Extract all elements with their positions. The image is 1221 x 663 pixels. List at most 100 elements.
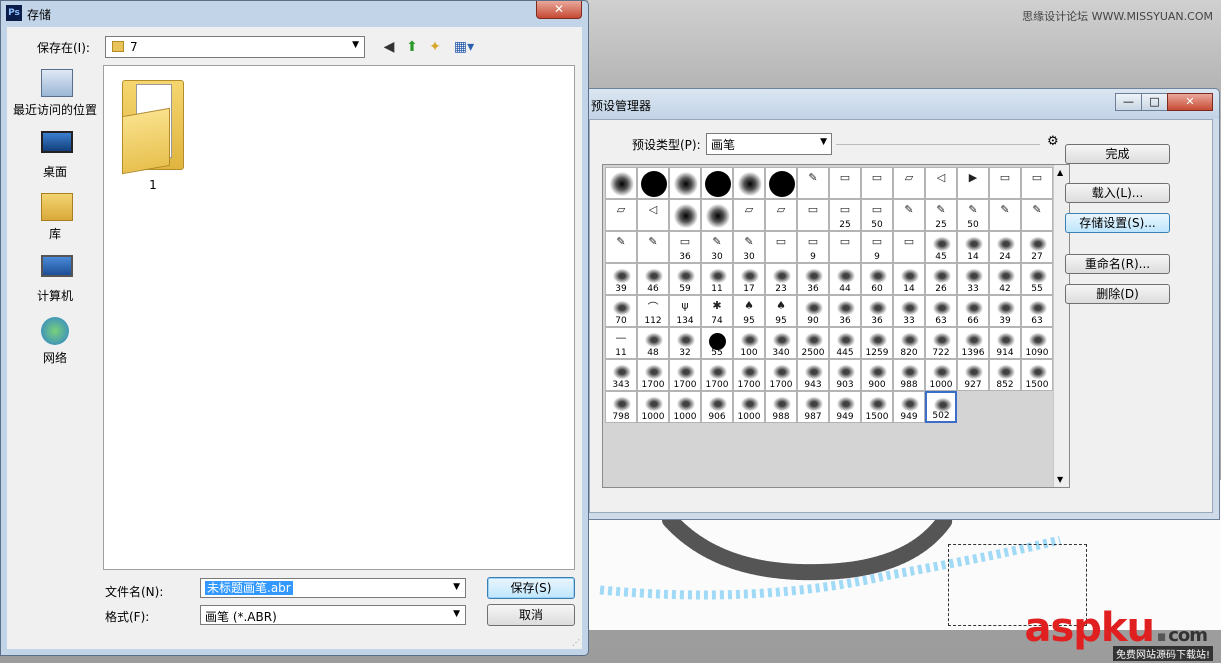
brush-preset[interactable]: ▭ <box>797 199 829 231</box>
brush-preset[interactable]: ▭ 50 <box>861 199 893 231</box>
scroll-up-icon[interactable]: ▲ <box>1057 168 1063 177</box>
brush-preset[interactable]: 903 <box>829 359 861 391</box>
brush-preset[interactable]: 1700 <box>701 359 733 391</box>
save-set-button[interactable]: 存储设置(S)... <box>1065 213 1170 233</box>
minimize-button[interactable]: — <box>1115 93 1142 111</box>
brush-preset[interactable]: 63 <box>925 295 957 327</box>
brush-preset[interactable]: ▭ <box>829 231 861 263</box>
brush-preset[interactable]: ♠ 95 <box>765 295 797 327</box>
folder-item[interactable]: 1 <box>118 72 188 192</box>
brush-preset[interactable]: 1396 <box>957 327 989 359</box>
brush-preset[interactable]: ▭ 9 <box>861 231 893 263</box>
brush-preset[interactable]: ▭ <box>989 167 1021 199</box>
brush-preset[interactable]: 1700 <box>637 359 669 391</box>
brush-preset[interactable]: ✎ <box>797 167 829 199</box>
cancel-button[interactable]: 取消 <box>487 604 575 626</box>
brush-preset[interactable]: 63 <box>1021 295 1053 327</box>
brush-preset[interactable]: ⌒ 112 <box>637 295 669 327</box>
back-icon[interactable]: ◀ <box>380 38 398 56</box>
save-button[interactable]: 保存(S) <box>487 577 575 599</box>
brush-preset[interactable]: ✎ 30 <box>701 231 733 263</box>
brush-preset[interactable]: 45 <box>925 231 957 263</box>
brush-preset[interactable] <box>637 167 669 199</box>
brush-preset[interactable]: 55 <box>701 327 733 359</box>
brush-preset[interactable]: 66 <box>957 295 989 327</box>
place-desktop[interactable]: 桌面 <box>9 127 101 189</box>
brush-preset[interactable]: 722 <box>925 327 957 359</box>
brush-preset[interactable]: 943 <box>797 359 829 391</box>
delete-button[interactable]: 删除(D) <box>1065 284 1170 304</box>
brush-preset[interactable]: 55 <box>1021 263 1053 295</box>
brush-preset[interactable]: 33 <box>957 263 989 295</box>
brush-preset[interactable]: 39 <box>605 263 637 295</box>
brush-preset[interactable]: 1000 <box>637 391 669 423</box>
brush-preset[interactable]: 502 <box>925 391 957 423</box>
brush-preset[interactable]: 27 <box>1021 231 1053 263</box>
load-button[interactable]: 载入(L)... <box>1065 183 1170 203</box>
brush-preset[interactable]: ▱ <box>733 199 765 231</box>
brush-preset[interactable]: ▭ 25 <box>829 199 861 231</box>
brush-preset[interactable] <box>733 167 765 199</box>
close-button[interactable]: ✕ <box>1167 93 1213 111</box>
brush-preset[interactable] <box>701 199 733 231</box>
brush-preset[interactable]: 70 <box>605 295 637 327</box>
brush-preset[interactable] <box>765 167 797 199</box>
brush-preset[interactable]: 46 <box>637 263 669 295</box>
brush-preset[interactable]: 44 <box>829 263 861 295</box>
brush-preset[interactable]: ◁ <box>637 199 669 231</box>
brush-preset[interactable]: 1500 <box>1021 359 1053 391</box>
brush-preset[interactable]: 949 <box>893 391 925 423</box>
brush-preset[interactable]: 949 <box>829 391 861 423</box>
brush-preset[interactable]: ✎ <box>637 231 669 263</box>
brush-preset[interactable]: 39 <box>989 295 1021 327</box>
brush-preset[interactable]: ψ 134 <box>669 295 701 327</box>
brush-preset[interactable] <box>701 167 733 199</box>
brush-preset[interactable]: 60 <box>861 263 893 295</box>
brush-preset[interactable]: — 11 <box>605 327 637 359</box>
brush-preset[interactable]: ✎ 30 <box>733 231 765 263</box>
brush-preset[interactable]: 906 <box>701 391 733 423</box>
preset-type-select[interactable]: 画笔 ▼ <box>706 133 832 155</box>
brush-preset[interactable]: ▶ <box>957 167 989 199</box>
brush-preset[interactable]: 1700 <box>765 359 797 391</box>
brush-preset[interactable]: 927 <box>957 359 989 391</box>
brush-preset[interactable]: ▭ <box>829 167 861 199</box>
brush-preset[interactable] <box>605 167 637 199</box>
format-select[interactable]: 画笔 (*.ABR) ▼ <box>200 605 466 625</box>
brush-preset[interactable]: 24 <box>989 231 1021 263</box>
file-list[interactable]: 1 <box>103 65 575 570</box>
brush-preset[interactable]: 33 <box>893 295 925 327</box>
brush-preset[interactable]: ▭ <box>765 231 797 263</box>
brush-preset[interactable]: 900 <box>861 359 893 391</box>
brush-preset[interactable]: 1000 <box>733 391 765 423</box>
brush-preset[interactable]: ✎ 25 <box>925 199 957 231</box>
brush-preset[interactable]: 1700 <box>733 359 765 391</box>
brush-preset[interactable]: ▱ <box>893 167 925 199</box>
place-network[interactable]: 网络 <box>9 313 101 375</box>
brush-preset[interactable]: ✎ <box>893 199 925 231</box>
done-button[interactable]: 完成 <box>1065 144 1170 164</box>
brush-preset[interactable]: ▭ <box>861 167 893 199</box>
brush-preset[interactable]: ◁ <box>925 167 957 199</box>
brush-preset[interactable]: 340 <box>765 327 797 359</box>
brush-preset[interactable]: ✎ <box>605 231 637 263</box>
brush-preset[interactable]: 36 <box>797 263 829 295</box>
scroll-down-icon[interactable]: ▼ <box>1057 475 1063 484</box>
gear-icon[interactable]: ⚙ <box>1047 134 1059 149</box>
brush-preset[interactable]: 1090 <box>1021 327 1053 359</box>
brush-preset[interactable]: 914 <box>989 327 1021 359</box>
brush-preset[interactable]: 59 <box>669 263 701 295</box>
brush-preset[interactable]: ✱ 74 <box>701 295 733 327</box>
maximize-button[interactable]: □ <box>1141 93 1168 111</box>
brush-preset[interactable]: 14 <box>957 231 989 263</box>
brush-preset[interactable]: 90 <box>797 295 829 327</box>
brush-preset[interactable]: ✎ <box>989 199 1021 231</box>
brush-preset[interactable]: 988 <box>765 391 797 423</box>
brush-preset[interactable]: 17 <box>733 263 765 295</box>
brush-preset[interactable]: 36 <box>829 295 861 327</box>
close-button[interactable]: ✕ <box>536 1 582 19</box>
brush-preset[interactable] <box>669 167 701 199</box>
brush-preset[interactable]: 1700 <box>669 359 701 391</box>
preset-titlebar[interactable]: 预设管理器 — □ ✕ <box>561 89 1219 119</box>
brush-preset[interactable]: ▭ <box>1021 167 1053 199</box>
